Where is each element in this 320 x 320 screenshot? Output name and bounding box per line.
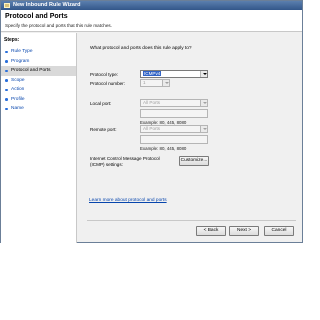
step-action[interactable]: Action (1, 85, 76, 95)
protocol-type-label: Protocol type: (90, 72, 119, 77)
step-label: Scope (11, 77, 25, 83)
step-program[interactable]: Program (1, 57, 76, 67)
step-label: Action (11, 87, 25, 92)
customize-button[interactable]: Customize... (179, 156, 209, 166)
back-button[interactable]: < Back (196, 226, 226, 236)
question-text: What protocol and ports does this rule a… (90, 46, 192, 51)
chevron-down-icon[interactable] (200, 71, 207, 77)
remote-port-label: Remote port: (90, 127, 117, 132)
local-port-value: All Ports (143, 100, 161, 105)
footer-divider (87, 220, 296, 221)
step-label: Profile (11, 96, 25, 102)
next-button[interactable]: Next > (229, 226, 259, 236)
step-label: Protocol and Ports (11, 68, 51, 73)
remote-port-input[interactable] (140, 135, 208, 144)
step-scope[interactable]: Scope (1, 76, 76, 86)
steps-heading: Steps: (4, 37, 20, 43)
cancel-button[interactable]: Cancel (264, 226, 294, 236)
step-rule-type[interactable]: Rule Type (1, 47, 76, 57)
steps-list: Rule Type Program Protocol and Ports Sco… (1, 47, 76, 114)
protocol-number-value: 1 (143, 80, 146, 85)
icmp-settings-label-line1: Internet Control Message Protocol (90, 156, 160, 161)
content-pane: What protocol and ports does this rule a… (79, 33, 302, 243)
page-title: Protocol and Ports (5, 13, 68, 20)
local-port-label: Local port: (90, 101, 112, 106)
wizard-header: Protocol and Ports Specify the protocol … (1, 10, 302, 32)
step-bullet-icon (5, 50, 8, 53)
protocol-type-value: ICMPv4 (143, 71, 162, 76)
protocol-number-label: Protocol number: (90, 81, 125, 86)
wizard-window: New Inbound Rule Wizard Protocol and Por… (0, 0, 303, 243)
window-title: New Inbound Rule Wizard (13, 2, 81, 8)
remote-port-example: Example: 80, 445, 8080 (140, 146, 187, 151)
protocol-type-dropdown[interactable]: ICMPv4 (140, 70, 208, 78)
page-subtitle: Specify the protocol and ports that this… (5, 23, 112, 28)
spinner-arrows-icon[interactable] (162, 80, 169, 86)
chevron-down-icon[interactable] (200, 100, 207, 106)
step-label: Name (11, 106, 24, 111)
icmp-settings-label-line2: (ICMP) settings: (90, 162, 123, 167)
step-label: Rule Type (11, 49, 33, 54)
firewall-app-icon (4, 3, 10, 8)
step-bullet-icon (5, 60, 8, 63)
step-bullet-icon (5, 88, 8, 91)
title-bar[interactable]: New Inbound Rule Wizard (1, 1, 302, 10)
step-profile[interactable]: Profile (1, 95, 76, 105)
step-label: Program (11, 58, 30, 64)
steps-pane: Steps: Rule Type Program Protocol and Po… (1, 33, 77, 243)
step-protocol-and-ports[interactable]: Protocol and Ports (1, 66, 76, 76)
protocol-number-spinner[interactable]: 1 (140, 79, 170, 87)
step-bullet-icon (5, 69, 8, 72)
remote-port-dropdown[interactable]: All Ports (140, 125, 208, 133)
step-bullet-icon (5, 107, 8, 110)
remote-port-value: All Ports (143, 126, 161, 131)
local-port-input[interactable] (140, 109, 208, 118)
step-name[interactable]: Name (1, 104, 76, 114)
step-bullet-icon (5, 98, 8, 101)
chevron-down-icon[interactable] (200, 126, 207, 132)
local-port-dropdown[interactable]: All Ports (140, 99, 208, 107)
step-bullet-icon (5, 79, 8, 82)
learn-more-link[interactable]: Learn more about protocol and ports (89, 198, 167, 203)
